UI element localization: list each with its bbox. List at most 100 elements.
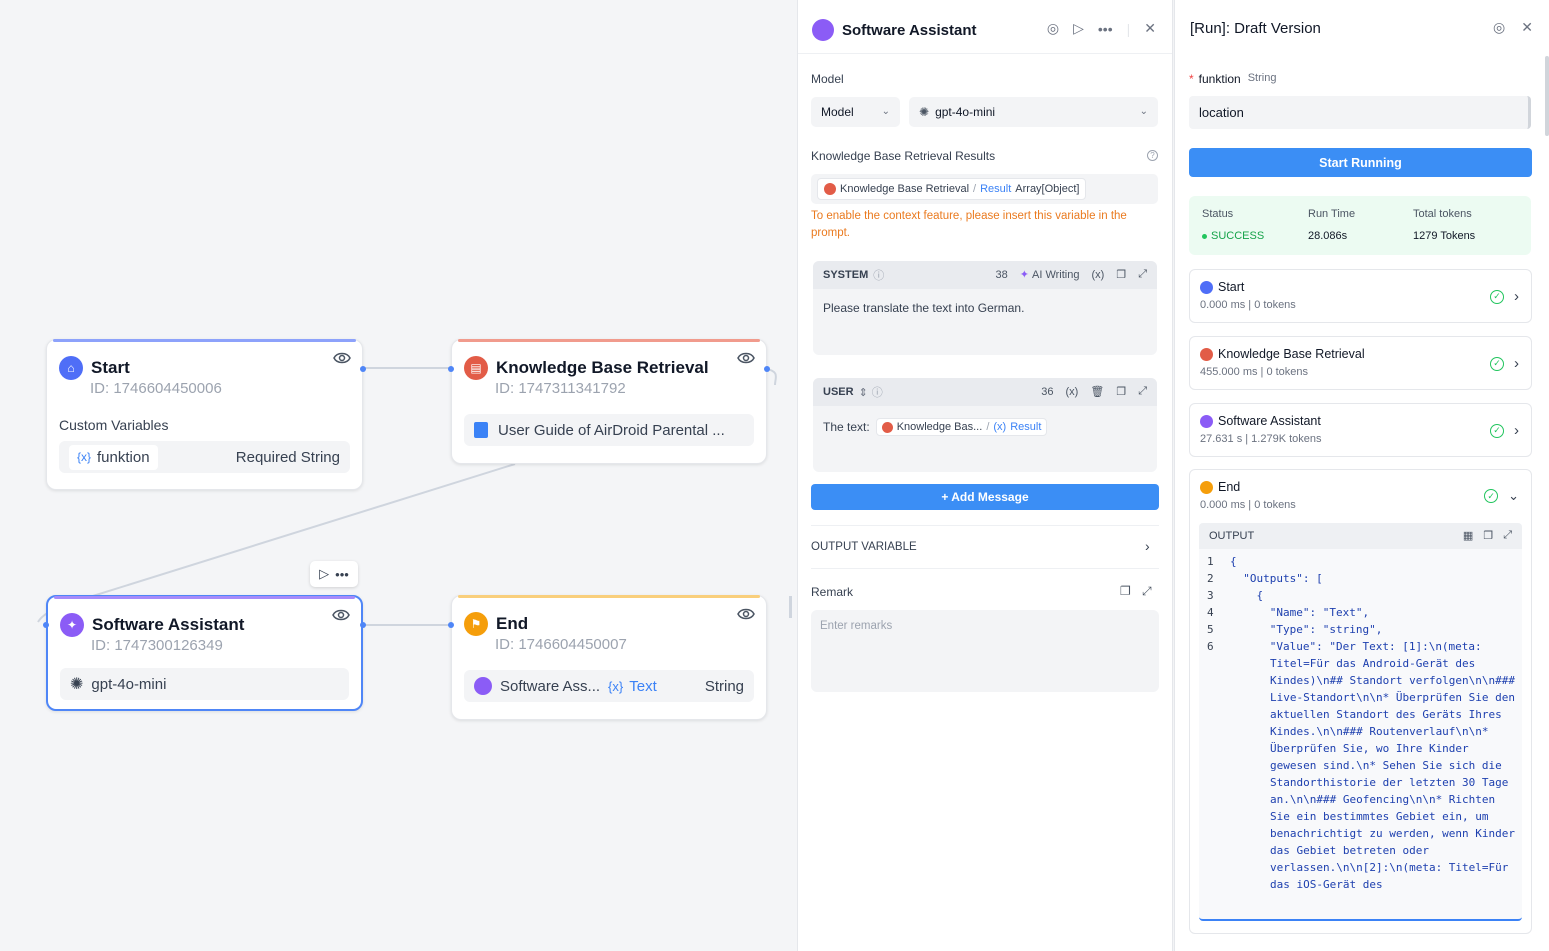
document-row[interactable]: User Guide of AirDroid Parental ... (464, 414, 754, 446)
end-node[interactable]: ⚑ End ID: 1746604450007 Software Ass... … (448, 595, 767, 720)
expand-icon[interactable]: ⤢ (1142, 584, 1152, 599)
check-circle-icon: ✓ (1490, 423, 1504, 438)
input-handle[interactable] (43, 622, 49, 628)
chip-var-name: Result (980, 183, 1012, 195)
chevron-right-icon[interactable]: › (1514, 355, 1519, 372)
document-title: User Guide of AirDroid Parental ... (498, 421, 725, 439)
copy-icon[interactable]: ❐ (1116, 268, 1126, 281)
system-label: SYSTEM (823, 269, 869, 281)
output-handle[interactable] (360, 366, 366, 372)
sparkle-icon (474, 677, 492, 695)
insert-variable-icon[interactable]: (x) (1091, 269, 1104, 281)
trace-title-row: Start (1200, 280, 1244, 294)
user-chip-node: Knowledge Bas... (896, 421, 983, 433)
funktion-input[interactable]: location (1189, 96, 1531, 129)
play-icon[interactable]: ▷ (1073, 20, 1084, 37)
trace-assistant[interactable]: Software Assistant 27.631 s | 1.279K tok… (1189, 403, 1532, 457)
sparkle-icon (1200, 414, 1213, 428)
user-chip-var: Result (1010, 421, 1042, 433)
expand-icon[interactable]: ⤢ (1138, 268, 1147, 281)
expand-icon[interactable]: ⤢ (1503, 529, 1512, 542)
line-number: 2 (1207, 572, 1214, 585)
table-icon[interactable]: ▦ (1463, 529, 1473, 542)
start-node[interactable]: ⌂ Start ID: 1746604450006 Custom Variabl… (46, 339, 366, 490)
book-icon: ▤ (464, 356, 488, 380)
chevron-right-icon[interactable]: › (1145, 538, 1150, 554)
help-icon[interactable]: ⓘ (872, 384, 883, 400)
status-label: Status (1202, 208, 1234, 220)
trace-start[interactable]: Start 0.000 ms | 0 tokens ✓ › (1189, 269, 1532, 323)
input-handle[interactable] (448, 366, 454, 372)
kbr-variable-chip[interactable]: Knowledge Base Retrieval / Result Array[… (817, 178, 1087, 200)
swap-icon[interactable]: ⇕ (859, 386, 868, 399)
model-name-select[interactable]: ✺ gpt-4o-mini ⌄ (909, 97, 1158, 127)
user-message[interactable]: USER ⇕ ⓘ 36 (x) 🗑 ❐ ⤢ The text: Knowledg… (813, 378, 1157, 472)
help-icon[interactable]: ⓘ (873, 267, 884, 283)
trace-meta: 27.631 s | 1.279K tokens (1200, 433, 1322, 445)
copy-icon[interactable]: ❐ (1120, 584, 1131, 598)
eye-icon[interactable]: ◎ (1047, 20, 1059, 37)
start-running-button[interactable]: Start Running (1189, 148, 1532, 177)
user-message-body[interactable]: The text: Knowledge Bas... / (x) Result (813, 406, 1157, 448)
eye-icon[interactable] (736, 604, 756, 624)
check-circle-icon: ✓ (1490, 356, 1504, 371)
output-label: OUTPUT (1209, 530, 1255, 542)
input-handle[interactable] (448, 622, 454, 628)
context-warning: To enable the context feature, please in… (811, 210, 1127, 239)
code-line: { (1230, 555, 1237, 568)
workflow-canvas[interactable]: ⌂ Start ID: 1746604450006 Custom Variabl… (0, 0, 797, 951)
eye-icon[interactable] (331, 605, 351, 625)
user-variable-chip[interactable]: Knowledge Bas... / (x) Result (875, 418, 1048, 436)
variable-icon: (x) (993, 421, 1007, 433)
trash-icon[interactable]: 🗑 (1090, 385, 1104, 398)
help-icon[interactable]: ? (1147, 150, 1158, 161)
output-handle[interactable] (764, 366, 770, 372)
output-viewer[interactable]: OUTPUT ▦ ❐ ⤢ 1 { 2 "Outputs": [ 3 { 4 "N… (1199, 523, 1522, 921)
output-variable-label[interactable]: OUTPUT VARIABLE (811, 541, 917, 553)
status-text: SUCCESS (1211, 230, 1265, 242)
copy-icon[interactable]: ❐ (1483, 529, 1493, 542)
code-line: "Name": "Text", (1230, 606, 1370, 619)
chevron-down-icon[interactable]: ⌄ (1508, 488, 1519, 504)
expand-icon[interactable]: ⤢ (1138, 385, 1147, 398)
kbr-results-label: Knowledge Base Retrieval Results (811, 149, 996, 163)
model-row[interactable]: ✺ gpt-4o-mini (60, 668, 349, 700)
system-message[interactable]: SYSTEM ⓘ 38 ✦ AI Writing (x) ❐ ⤢ Please … (813, 261, 1157, 355)
kbr-node[interactable]: ▤ Knowledge Base Retrieval ID: 174731134… (448, 339, 770, 464)
trace-title-row: End (1200, 480, 1240, 494)
variable-icon: {x} (77, 450, 92, 464)
insert-variable-icon[interactable]: (x) (1066, 386, 1079, 398)
assistant-node[interactable]: ✦ Software Assistant ID: 1747300126349 ✺… (43, 595, 366, 711)
close-icon[interactable]: ✕ (1521, 19, 1533, 36)
status-dot (1202, 233, 1207, 239)
remarks-input[interactable]: Enter remarks (811, 610, 1159, 692)
chevron-right-icon[interactable]: › (1514, 288, 1519, 305)
play-icon[interactable]: ▷ (319, 566, 329, 582)
close-icon[interactable]: ✕ (1144, 20, 1156, 37)
system-char-count: 38 (995, 268, 1008, 281)
model-mode-select[interactable]: Model ⌄ (811, 97, 900, 127)
run-status-box: Status SUCCESS Run Time 28.086s Total to… (1189, 196, 1531, 255)
eye-icon[interactable] (736, 348, 756, 368)
trace-kbr[interactable]: Knowledge Base Retrieval 455.000 ms | 0 … (1189, 336, 1532, 390)
more-icon[interactable]: ••• (335, 567, 349, 582)
add-message-button[interactable]: + Add Message (811, 484, 1159, 510)
output-handle[interactable] (360, 622, 366, 628)
copy-icon[interactable]: ❐ (1116, 385, 1126, 398)
eye-off-icon[interactable]: ◎ (1493, 19, 1505, 36)
kbr-results-field[interactable]: Knowledge Base Retrieval / Result Array[… (811, 174, 1158, 204)
variable-row[interactable]: {x} funktion Required String (59, 441, 350, 473)
chevron-right-icon[interactable]: › (1514, 422, 1519, 439)
system-message-text[interactable]: Please translate the text into German. (813, 289, 1157, 327)
chip-separator: / (973, 183, 977, 195)
sparkle-icon (812, 19, 834, 41)
check-circle-icon: ✓ (1490, 289, 1504, 304)
user-message-header: USER ⇕ ⓘ 36 (x) 🗑 ❐ ⤢ (813, 378, 1157, 406)
eye-icon[interactable] (332, 348, 352, 368)
end-output-row[interactable]: Software Ass... {x} Text String (464, 670, 754, 702)
user-tools: 36 (x) 🗑 ❐ ⤢ (1041, 385, 1147, 398)
more-icon[interactable]: ••• (1098, 21, 1113, 37)
ai-writing-button[interactable]: ✦ AI Writing (1020, 268, 1080, 282)
node-config-panel: Software Assistant ◎ ▷ ••• | ✕ (797, 0, 1173, 951)
scrollbar[interactable] (1545, 56, 1549, 136)
